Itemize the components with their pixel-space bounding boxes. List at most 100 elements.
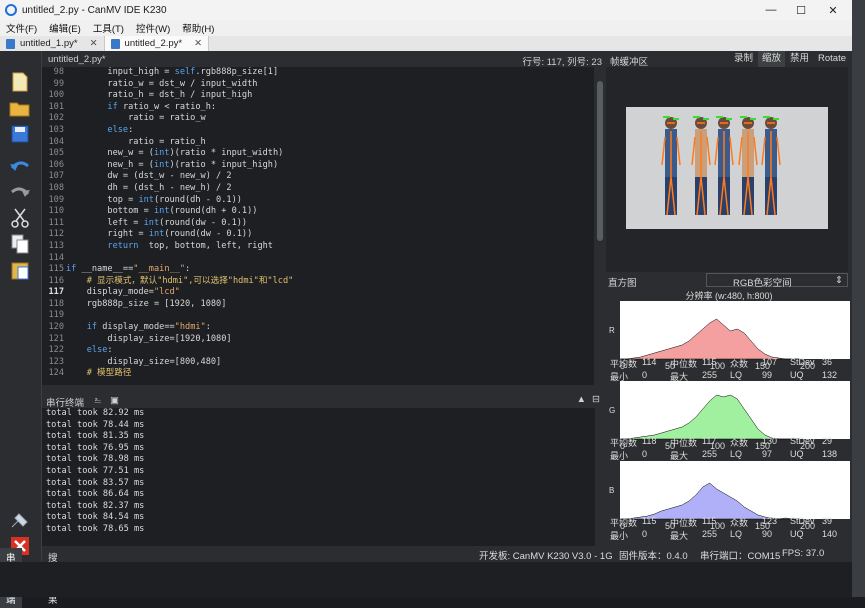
float-panel-icon[interactable]: ⊟ — [592, 394, 600, 405]
record-button[interactable]: 录制 — [730, 51, 757, 67]
tab-untitled-1[interactable]: untitled_1.py* ✕ — [0, 36, 105, 51]
window-title: untitled_2.py - CanMV IDE K230 — [22, 4, 167, 16]
code-line[interactable]: if ratio_w < ratio_h: — [66, 102, 594, 114]
close-button[interactable]: ✕ — [818, 0, 848, 20]
code-line[interactable]: display_size=[800,480] — [66, 357, 594, 369]
stat-label: LQ — [730, 370, 743, 380]
zoom-button[interactable]: 缩放 — [758, 51, 786, 67]
disable-button[interactable]: 禁用 — [786, 51, 813, 67]
code-line[interactable]: new_w = (int)(ratio * input_width) — [66, 148, 594, 160]
code-line[interactable]: input_high = self.rgb888p_size[1] — [66, 67, 594, 79]
stat-label: LQ — [730, 449, 743, 459]
line-number: 117 — [48, 287, 64, 298]
code-line[interactable]: display_size=[1920,1080] — [66, 334, 594, 346]
stat-label: UQ — [790, 529, 804, 539]
editor-hscrollbar[interactable] — [42, 385, 606, 394]
terminal-line: total took 78.44 ms — [46, 419, 145, 430]
clear-terminal-icon[interactable]: ⎁ — [94, 395, 102, 406]
stat-label: 众数 — [730, 359, 749, 369]
frame-buffer-view — [606, 67, 848, 272]
tab-untitled-2[interactable]: untitled_2.py* ✕ — [104, 36, 210, 51]
code-line[interactable]: else: — [66, 125, 594, 137]
line-number: 108 — [48, 182, 64, 193]
serial-terminal-output[interactable]: total took 82.92 ms total took 78.44 ms to… — [42, 408, 595, 546]
histogram-header: 直方图 RGB色彩空间 ⇕ — [606, 273, 852, 289]
save-log-icon[interactable]: ▣ — [110, 395, 119, 406]
stat-value: 140 — [822, 529, 838, 539]
paste-icon[interactable] — [9, 259, 31, 281]
stat-value: 255 — [702, 370, 718, 380]
menu-tools[interactable]: 工具(T) — [87, 21, 130, 35]
open-folder-icon[interactable] — [9, 97, 31, 119]
tab-label: untitled_2.py* — [124, 38, 183, 49]
menu-help[interactable]: 帮助(H) — [176, 21, 220, 35]
colorspace-select[interactable]: RGB色彩空间 ⇕ — [706, 273, 848, 289]
code-line[interactable] — [66, 310, 594, 322]
code-line[interactable]: # 显示模式，默认"hdmi",可以选择"hdmi"和"lcd" — [66, 276, 594, 288]
code-line[interactable]: dh = (dst_h - new_h) / 2 — [66, 183, 594, 195]
line-number: 116 — [48, 275, 64, 286]
line-number: 120 — [48, 322, 64, 333]
python-file-icon — [110, 38, 120, 49]
code-line[interactable] — [66, 253, 594, 265]
frame-buffer-header: 帧缓冲区 录制 缩放 禁用 Rotate — [606, 51, 852, 68]
stat-label: 平均数 — [610, 438, 638, 448]
line-number: 109 — [48, 194, 64, 205]
code-line[interactable]: return top, bottom, left, right — [66, 241, 594, 253]
line-number: 123 — [48, 356, 64, 367]
tab-label: untitled_1.py* — [20, 38, 78, 49]
stat-label: StDev — [790, 436, 815, 446]
line-number: 118 — [48, 298, 64, 309]
code-line[interactable]: display_mode="lcd" — [66, 287, 594, 299]
collapse-panel-icon[interactable]: ▲ — [577, 394, 586, 405]
stat-label: 众数 — [730, 518, 749, 528]
code-area[interactable]: input_high = self.rgb888p_size[1] ratio_… — [66, 67, 594, 385]
redo-icon[interactable] — [9, 181, 31, 203]
stat-value: 115 — [702, 357, 717, 367]
code-line[interactable]: else: — [66, 345, 594, 357]
connect-icon[interactable] — [9, 509, 31, 531]
menu-bar: 文件(F) 编辑(E) 工具(T) 控件(W) 帮助(H) — [0, 20, 852, 36]
close-tab-icon[interactable]: ✕ — [194, 38, 202, 49]
stat-value: 0 — [642, 449, 648, 459]
undo-icon[interactable] — [9, 155, 31, 177]
stat-label: 最小 — [610, 531, 629, 541]
code-line[interactable]: left = int(round(dw - 0.1)) — [66, 218, 594, 230]
code-line[interactable]: dw = (dst_w - new_w) / 2 — [66, 171, 594, 183]
code-line[interactable]: rgb888p_size = [1920, 1080] — [66, 299, 594, 311]
editor-scrollbar[interactable] — [594, 67, 606, 385]
cut-icon[interactable] — [9, 207, 31, 229]
code-line[interactable]: right = int(round(dw - 0.1)) — [66, 229, 594, 241]
code-line[interactable]: bottom = int(round(dh + 0.1)) — [66, 206, 594, 218]
code-line[interactable]: top = int(round(dh - 0.1)) — [66, 195, 594, 207]
save-icon[interactable] — [9, 123, 31, 145]
code-line[interactable]: if __name__=="__main__": — [66, 264, 594, 276]
new-file-icon[interactable] — [9, 71, 31, 93]
code-line[interactable]: ratio_w = dst_w / input_width — [66, 79, 594, 91]
line-number: 119 — [48, 310, 64, 321]
serial-terminal-header: 串行终端 ⎁ ▣ ▲ ⊟ — [42, 394, 606, 409]
menu-widgets[interactable]: 控件(W) — [130, 21, 176, 35]
code-line[interactable]: new_h = (int)(ratio * input_high) — [66, 160, 594, 172]
frame-buffer-title: 帧缓冲区 — [610, 57, 649, 68]
code-editor[interactable]: untitled_2.py* 行号: 117, 列号: 23 98 99 100 10… — [42, 51, 606, 385]
code-line[interactable]: if display_mode=="hdmi": — [66, 322, 594, 334]
line-number: 121 — [48, 333, 64, 344]
copy-icon[interactable] — [9, 233, 31, 255]
terminal-line: total took 81.35 ms — [46, 431, 145, 442]
code-line[interactable]: ratio = ratio_w — [66, 113, 594, 125]
colorspace-value: RGB色彩空间 — [733, 278, 792, 289]
code-line[interactable]: ratio_h = dst_h / input_high — [66, 90, 594, 102]
stat-value: 36 — [822, 357, 833, 367]
rotate-button[interactable]: Rotate — [814, 51, 850, 67]
menu-file[interactable]: 文件(F) — [0, 21, 43, 35]
close-tab-icon[interactable]: ✕ — [90, 38, 98, 49]
terminal-line: total took 82.92 ms — [46, 408, 145, 418]
minimize-button[interactable]: — — [756, 0, 786, 20]
stat-label: StDev — [790, 357, 815, 367]
code-line[interactable]: # 模型路径 — [66, 368, 594, 380]
menu-edit[interactable]: 编辑(E) — [43, 21, 87, 35]
maximize-button[interactable]: ☐ — [786, 0, 816, 20]
code-line[interactable]: ratio = ratio_h — [66, 137, 594, 149]
board-info: 开发板: CanMV K230 V3.0 - 1G — [479, 551, 613, 562]
